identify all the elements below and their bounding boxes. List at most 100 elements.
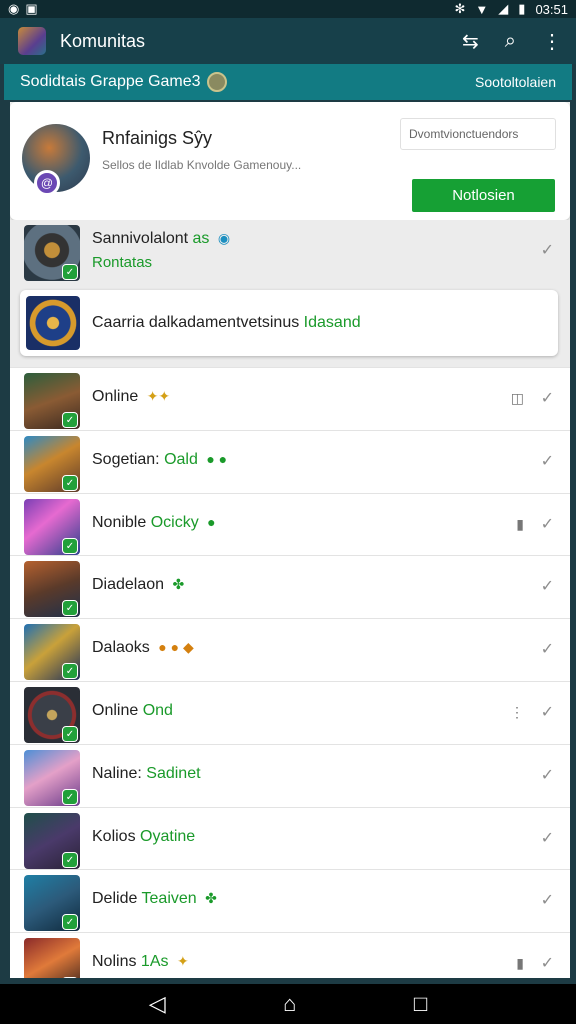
group-badge-icon	[206, 72, 227, 92]
member-status: Teaiven	[141, 890, 197, 908]
member-name: Nonible	[92, 513, 147, 531]
member-name: Naline:	[92, 764, 142, 782]
highlighted-list-item[interactable]: Caarria dalkadamentvetsinus Idasand	[20, 290, 558, 356]
trash-icon[interactable]: ▮	[516, 955, 524, 972]
app-bar: Komunitas ⇆ ⌕ ⋮	[0, 18, 576, 64]
group-title: Sodidtais Grappe Game3	[20, 73, 201, 90]
signal-icon: ◢	[498, 1, 509, 16]
check-icon[interactable]: ✓	[541, 576, 554, 596]
content-panel: @ Rnfainigs Sŷy Sellos de Ildlab Knvolde…	[10, 102, 570, 978]
more-options-icon[interactable]: ⋮	[510, 704, 524, 721]
member-name: Sogetian:	[92, 450, 160, 468]
app-logo	[18, 27, 46, 55]
check-icon[interactable]: ✓	[541, 240, 554, 260]
member-thumbnail	[26, 296, 80, 350]
member-status: Oyatine	[140, 827, 196, 845]
member-subtitle: Rontatas	[92, 254, 153, 271]
list-item[interactable]: ✓ Online ✦✦ ◫ ✓	[10, 368, 570, 431]
online-badge-icon: ✓	[62, 412, 78, 428]
group-action-link[interactable]: Sootoltolaien	[475, 74, 556, 90]
online-badge-icon: ✓	[62, 914, 78, 931]
system-nav-bar: ◁ ⌂ □	[0, 984, 576, 1024]
page-title: Komunitas	[60, 30, 146, 51]
check-icon[interactable]: ✓	[541, 890, 554, 910]
reward-icons: ● ● ◆	[158, 639, 194, 656]
profile-input-field[interactable]: Dvomtvionctuendors	[400, 118, 556, 150]
online-badge-icon: ✓	[62, 537, 78, 554]
home-icon[interactable]: ⌂	[283, 991, 296, 1017]
check-icon[interactable]: ✓	[541, 828, 554, 848]
message-icon[interactable]: ◫	[511, 390, 524, 407]
member-name: Caarria dalkadamentvetsinus	[92, 314, 300, 331]
list-item[interactable]: ✓ Sannivolalont as ◉ Rontatas ✓ Caarria …	[10, 220, 570, 368]
member-name: Kolios	[92, 827, 136, 845]
clover-icon: ✤	[172, 576, 185, 593]
online-badge-icon: ✓	[62, 725, 78, 742]
battery-icon: ▮	[518, 1, 526, 16]
profile-description: Sellos de Ildlab Knvolde Gamenouy...	[102, 158, 302, 172]
member-name: Nolins	[92, 953, 137, 971]
bluetooth-icon: ✻	[454, 1, 466, 16]
online-badge-icon: ✓	[62, 474, 78, 491]
check-icon[interactable]: ✓	[541, 514, 554, 534]
member-status: Oald	[164, 450, 198, 468]
clock: 03:51	[535, 1, 568, 17]
notification-icon: ▣	[25, 1, 38, 16]
profile-name: Rnfainigs Sŷy	[102, 128, 213, 148]
check-icon[interactable]: ✓	[541, 639, 554, 659]
wifi-icon: ▼	[475, 1, 489, 17]
member-status: Ond	[142, 701, 173, 719]
online-badge-icon: ✓	[62, 788, 78, 805]
member-name: Dalaoks	[92, 639, 150, 657]
check-icon[interactable]: ✓	[541, 953, 554, 973]
back-icon[interactable]: ◁	[149, 991, 166, 1017]
check-icon[interactable]: ✓	[541, 702, 554, 722]
more-icon[interactable]: ⋮	[542, 29, 562, 54]
member-name: Online	[92, 388, 139, 405]
list-item[interactable]: ✓ Delide Teaiven ✤ ✓	[10, 870, 570, 934]
profile-card: @ Rnfainigs Sŷy Sellos de Ildlab Knvolde…	[10, 102, 570, 220]
clover-icon: ✤	[205, 890, 217, 907]
member-thumbnail	[24, 938, 80, 978]
list-item[interactable]: ✓ Diadelaon ✤ ✓	[10, 556, 570, 620]
list-item[interactable]: ✓ Sogetian: Oald ● ● ✓	[10, 430, 570, 494]
member-status: as	[192, 230, 210, 247]
status-bar: ◉ ▣ ✻ ▼ ◢ ▮ 03:51	[0, 0, 576, 18]
trash-icon[interactable]: ▮	[516, 516, 524, 533]
list-item[interactable]: ✓ Online Ond ⋮ ✓	[10, 681, 570, 745]
leaf-icon: ●	[207, 513, 216, 530]
member-name: Delide	[92, 890, 138, 908]
online-badge-icon: ✓	[62, 977, 78, 978]
online-badge-icon: ✓	[62, 851, 78, 868]
online-badge-icon: ✓	[62, 600, 78, 617]
check-icon[interactable]: ✓	[541, 451, 554, 471]
member-name: Sannivolalont	[92, 230, 189, 247]
member-status: Sadinet	[146, 764, 201, 782]
star-icon: ✦	[176, 953, 189, 970]
list-item[interactable]: ✓ Naline: Sadinet ✓	[10, 744, 570, 808]
member-status: 1As	[140, 953, 169, 971]
switch-icon[interactable]: ⇆	[462, 29, 479, 54]
star-icons: ✦✦	[146, 388, 171, 404]
check-icon[interactable]: ✓	[541, 765, 554, 785]
verified-icon: ◉	[217, 230, 231, 246]
online-badge-icon: ✓	[62, 264, 78, 280]
member-status: Idasand	[303, 314, 361, 331]
recents-icon[interactable]: □	[414, 991, 427, 1017]
check-icon[interactable]: ✓	[541, 388, 554, 408]
record-icon: ◉	[8, 1, 20, 16]
list-item[interactable]: ✓ Kolios Oyatine ✓	[10, 807, 570, 871]
member-name: Online	[92, 701, 139, 719]
leaf-icons: ● ●	[206, 450, 228, 467]
member-name: Diadelaon	[92, 576, 165, 594]
search-icon[interactable]: ⌕	[505, 30, 516, 53]
member-status: Ocicky	[150, 513, 199, 531]
avatar-badge-icon: @	[34, 170, 60, 196]
profile-action-button[interactable]: Notlosien	[412, 179, 555, 212]
list-item[interactable]: ✓ Nonible Ocicky ● ▮ ✓	[10, 493, 570, 557]
member-list: ✓ Sannivolalont as ◉ Rontatas ✓ Caarria …	[10, 220, 570, 978]
online-badge-icon: ✓	[62, 663, 78, 680]
list-item[interactable]: ✓ Dalaoks ● ● ◆ ✓	[10, 619, 570, 682]
group-bar: Sodidtais Grappe Game3 Sootoltolaien	[4, 64, 572, 100]
list-item[interactable]: ✓ Nolins 1As ✦ ▮ ✓	[10, 933, 570, 978]
